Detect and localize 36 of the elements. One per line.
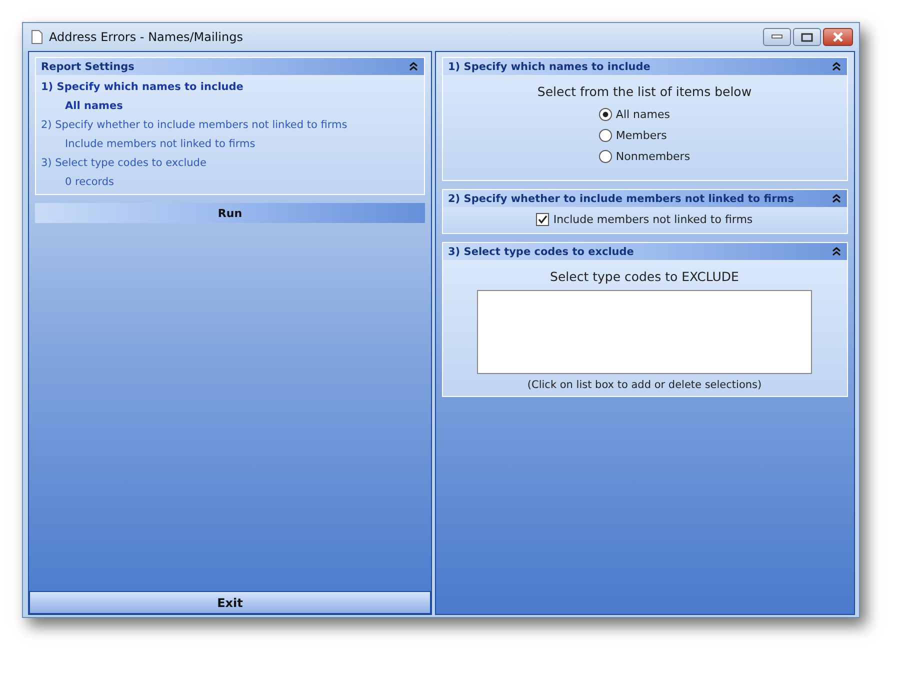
radio-button[interactable] [598,129,612,142]
exit-button[interactable]: Exit [29,591,431,614]
prompt-text: Select type codes to EXCLUDE [550,269,739,284]
step-label[interactable]: 2) Specify whether to include members not linked to firms [41,116,418,135]
run-button[interactable]: Run [35,203,425,223]
step-value: 0 records [64,175,116,190]
collapse-icon[interactable] [832,194,841,203]
step-label[interactable]: 3) Select type codes to exclude [41,154,418,173]
close-icon [832,32,844,42]
step-value: Include members not linked to firms [64,137,256,152]
maximize-button[interactable] [793,28,821,46]
section-header: 2) Specify whether to include members not linked to firms [448,192,794,204]
section-header: 1) Specify which names to include [448,60,650,72]
option-label: Nonmembers [616,150,690,163]
maximize-icon [801,32,813,42]
collapse-icon[interactable] [409,62,418,71]
close-button[interactable] [823,28,853,46]
option-label: Members [616,129,667,142]
collapse-icon[interactable] [832,247,841,256]
step-label[interactable]: 1) Specify which names to include [41,78,418,97]
minimize-icon [771,34,783,40]
minimize-button[interactable] [763,28,791,46]
document-icon [31,30,43,44]
option-label: All names [616,108,670,121]
list-box[interactable] [477,290,812,374]
checkbox[interactable] [536,213,550,226]
section-header: 3) Select type codes to exclude [448,246,634,258]
radio-button[interactable] [598,150,612,163]
radio-button[interactable] [598,108,612,121]
hint-text: (Click on list box to add or delete selections) [527,379,762,391]
prompt-text: Select from the list of items below [537,84,752,99]
step-value: All names [64,99,124,114]
collapse-icon[interactable] [832,62,841,71]
checkbox-label: Include members not linked to firms [553,213,753,226]
window-title: Address Errors - Names/Mailings [49,30,243,44]
panel-header: Report Settings [41,60,134,72]
